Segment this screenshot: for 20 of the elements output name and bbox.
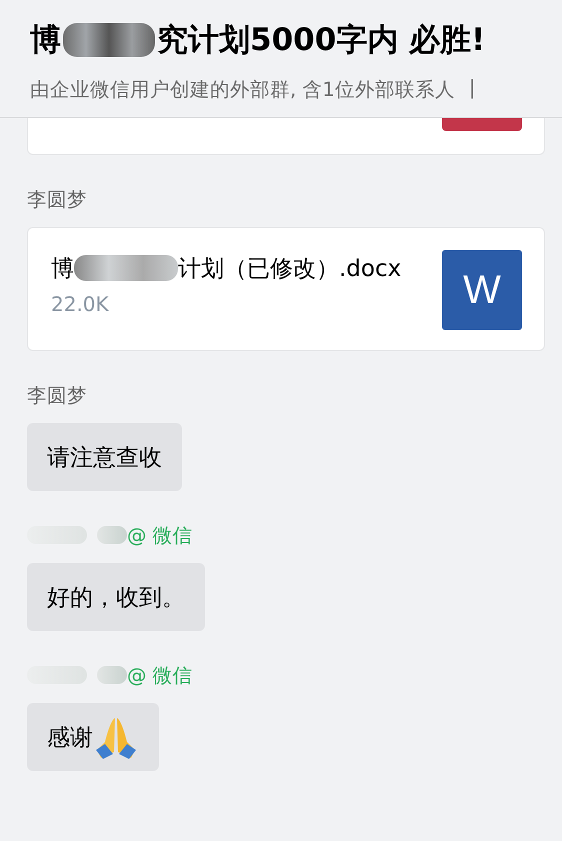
message-bubble: 好的，收到。 bbox=[27, 563, 205, 631]
group-description: 由企业微信用户创建的外部群, 含1位外部联系人 bbox=[30, 77, 455, 103]
message-bubble: 感谢 bbox=[27, 703, 159, 771]
chat-title: 博 bbox=[30, 21, 61, 60]
sender-name: 李圆梦 bbox=[27, 382, 87, 408]
blurred-name bbox=[97, 666, 127, 684]
message-bubble: 请注意查收 bbox=[27, 423, 182, 491]
word-file-icon: W bbox=[442, 250, 522, 330]
file-card[interactable] bbox=[27, 118, 545, 155]
file-card[interactable]: 博 计划（已修改）.docx 22.0K W bbox=[27, 227, 545, 351]
sender-name: 李圆梦 bbox=[27, 186, 87, 212]
file-name: 博 bbox=[51, 254, 74, 284]
file-type-icon bbox=[442, 118, 522, 131]
blurred-name bbox=[97, 526, 127, 544]
wechat-tag: @ 微信 bbox=[127, 662, 193, 688]
chat-title: 究计划5000字内 必胜! bbox=[157, 21, 486, 60]
wechat-tag: @ 微信 bbox=[127, 522, 193, 548]
separator: | bbox=[468, 76, 476, 101]
file-size: 22.0K bbox=[51, 292, 110, 316]
file-name: 计划（已修改）.docx bbox=[178, 254, 402, 284]
